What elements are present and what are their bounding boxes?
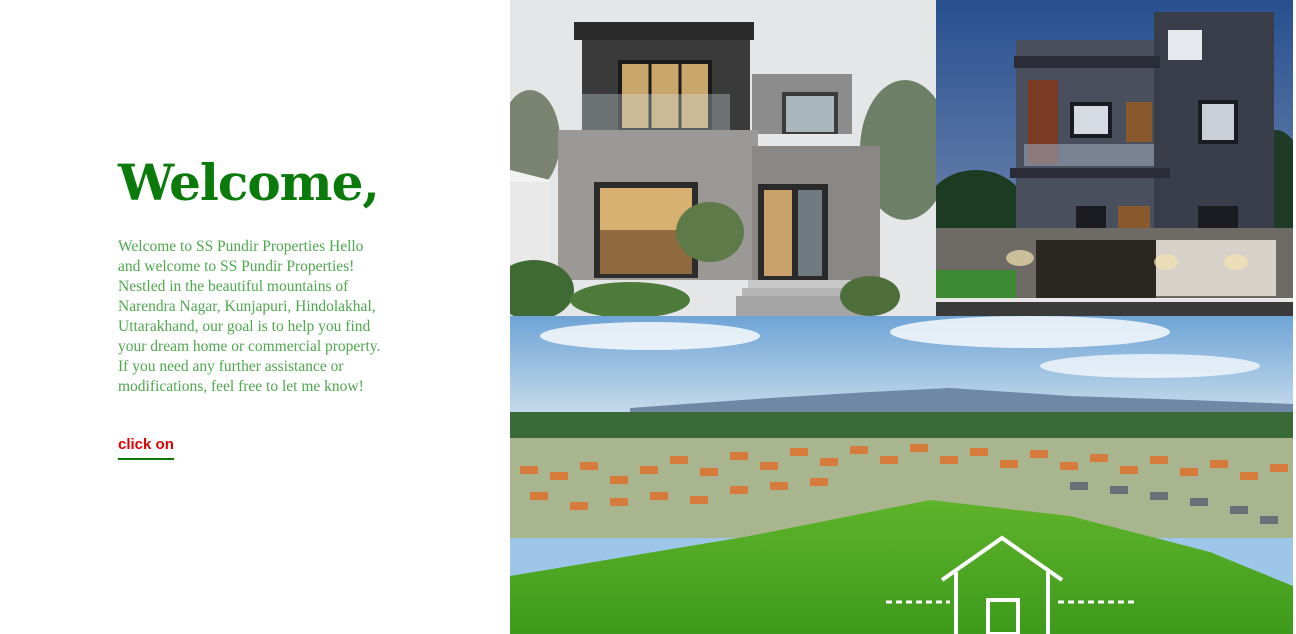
welcome-heading: Welcome, xyxy=(118,153,380,212)
township-field-photo xyxy=(510,316,1293,634)
hero-text-panel: Welcome, Welcome to SS Pundir Properties… xyxy=(0,0,510,634)
click-on-link[interactable]: click on xyxy=(118,436,174,460)
intro-paragraph: Welcome to SS Pundir Properties Hello an… xyxy=(118,238,381,395)
modern-house-photo xyxy=(510,0,936,316)
villa-night-photo xyxy=(936,0,1293,316)
